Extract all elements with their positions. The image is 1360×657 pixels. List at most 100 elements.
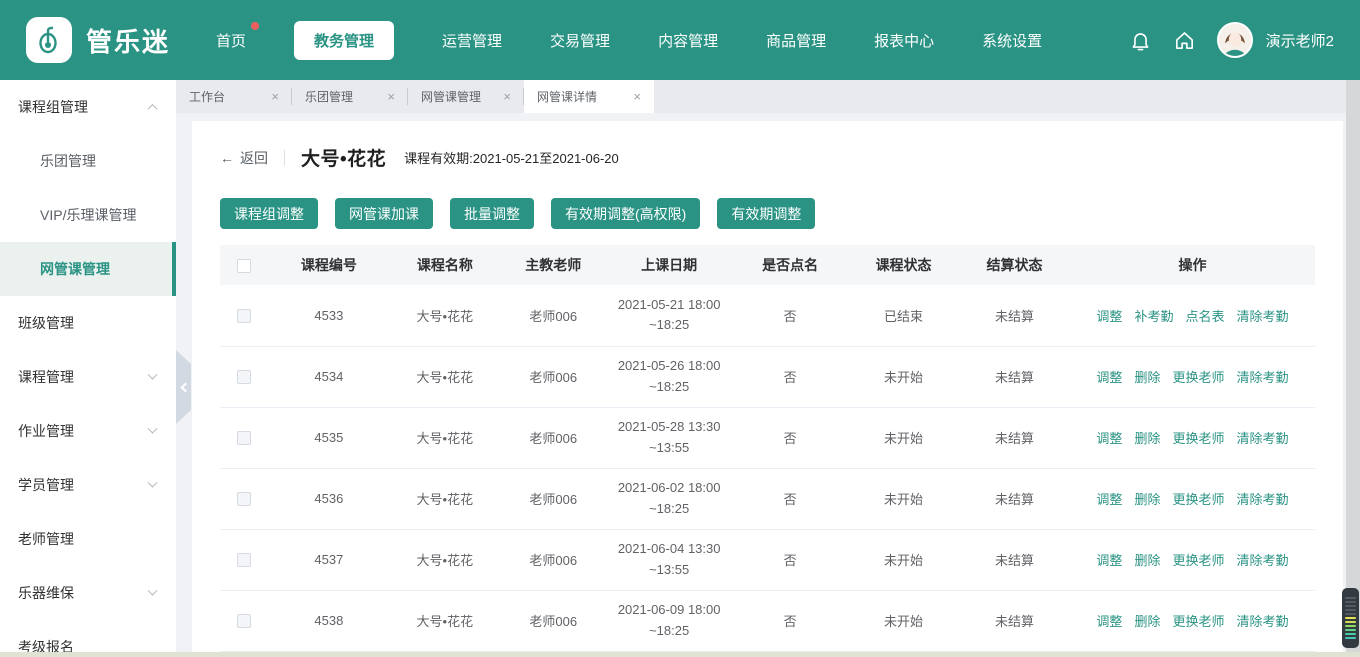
sidebar-item-student-management[interactable]: 学员管理 <box>0 458 176 512</box>
sidebar-item-online-class-management[interactable]: 网管课管理 <box>0 242 176 296</box>
change-teacher-link[interactable]: 更换老师 <box>1172 431 1224 446</box>
cell-date: 2021-06-02 18:00~18:25 <box>617 478 721 518</box>
cell-teacher: 老师006 <box>500 346 606 407</box>
makeup-attendance-link[interactable]: 补考勤 <box>1134 309 1173 324</box>
back-button[interactable]: ← 返回 <box>220 148 268 168</box>
home-icon[interactable] <box>1173 29 1196 52</box>
adjust-link[interactable]: 调整 <box>1096 553 1122 568</box>
row-checkbox[interactable] <box>237 614 251 628</box>
row-checkbox[interactable] <box>237 309 251 323</box>
nav-item-goods-management[interactable]: 商品管理 <box>766 30 826 51</box>
delete-link[interactable]: 删除 <box>1134 370 1160 385</box>
brand-logo-icon <box>26 17 72 63</box>
chevron-down-icon <box>148 585 158 595</box>
nav-item-report-center[interactable]: 报表中心 <box>874 30 934 51</box>
clear-attendance-link[interactable]: 清除考勤 <box>1236 431 1288 446</box>
change-teacher-link[interactable]: 更换老师 <box>1172 614 1224 629</box>
cell-course-code: 4534 <box>268 346 389 407</box>
tab-online-class-detail[interactable]: 网管课详情 × <box>524 80 654 113</box>
sidebar-item-vip-theory-class-management[interactable]: VIP/乐理课管理 <box>0 188 176 242</box>
cell-date: 2021-05-26 18:00~18:25 <box>617 356 721 396</box>
nav-item-operation-management[interactable]: 运营管理 <box>442 30 502 51</box>
table-row: 4536 大号•花花 老师006 2021-06-02 18:00~18:25 … <box>220 468 1315 529</box>
clear-attendance-link[interactable]: 清除考勤 <box>1236 492 1288 507</box>
batch-adjust-button[interactable]: 批量调整 <box>450 198 534 229</box>
clear-attendance-link[interactable]: 清除考勤 <box>1236 370 1288 385</box>
col-teacher: 主教老师 <box>500 245 606 285</box>
cell-course-code: 4536 <box>268 468 389 529</box>
close-icon[interactable]: × <box>503 90 511 103</box>
change-teacher-link[interactable]: 更换老师 <box>1172 553 1224 568</box>
nav-item-system-settings[interactable]: 系统设置 <box>982 30 1042 51</box>
clear-attendance-link[interactable]: 清除考勤 <box>1236 553 1288 568</box>
course-group-adjust-button[interactable]: 课程组调整 <box>220 198 318 229</box>
tab-orchestra-management[interactable]: 乐团管理 × <box>292 80 408 113</box>
validity-adjust-button[interactable]: 有效期调整 <box>717 198 815 229</box>
chevron-down-icon <box>148 477 158 487</box>
user-name[interactable]: 演示老师2 <box>1266 30 1334 51</box>
vertical-scrollbar[interactable] <box>1346 80 1360 657</box>
delete-link[interactable]: 删除 <box>1134 553 1160 568</box>
sidebar-item-course-group-management[interactable]: 课程组管理 <box>0 80 176 134</box>
cell-course-name: 大号•花花 <box>389 346 500 407</box>
sidebar-item-class-management[interactable]: 班级管理 <box>0 296 176 350</box>
sidebar-item-instrument-maintenance[interactable]: 乐器维保 <box>0 566 176 620</box>
row-checkbox[interactable] <box>237 553 251 567</box>
delete-link[interactable]: 删除 <box>1134 614 1160 629</box>
col-course-name: 课程名称 <box>389 245 500 285</box>
cell-settlement: 未结算 <box>959 529 1070 590</box>
nav-item-content-management[interactable]: 内容管理 <box>658 30 718 51</box>
adjust-link[interactable]: 调整 <box>1096 614 1122 629</box>
adjust-link[interactable]: 调整 <box>1096 370 1122 385</box>
change-teacher-link[interactable]: 更换老师 <box>1172 492 1224 507</box>
close-icon[interactable]: × <box>271 90 279 103</box>
delete-link[interactable]: 删除 <box>1134 431 1160 446</box>
cell-status: 已结束 <box>848 285 959 346</box>
bottom-edge-strip <box>0 652 1360 657</box>
bell-icon[interactable] <box>1129 29 1152 52</box>
nav-item-home[interactable]: 首页 <box>216 30 246 51</box>
cell-rollcall: 否 <box>732 468 848 529</box>
overlay-widget-icon[interactable] <box>1342 588 1359 648</box>
main-area: 工作台 × 乐团管理 × 网管课管理 × 网管课详情 × ← 返回 <box>176 80 1360 657</box>
rollcall-sheet-link[interactable]: 点名表 <box>1185 309 1224 324</box>
sidebar-item-course-management[interactable]: 课程管理 <box>0 350 176 404</box>
cell-course-name: 大号•花花 <box>389 285 500 346</box>
row-checkbox[interactable] <box>237 492 251 506</box>
detail-header: ← 返回 大号•花花 课程有效期:2021-05-21至2021-06-20 <box>220 144 1315 171</box>
sidebar-item-homework-management[interactable]: 作业管理 <box>0 404 176 458</box>
cell-date: 2021-05-21 18:00~18:25 <box>617 295 721 335</box>
cell-date: 2021-06-04 13:30~13:55 <box>617 539 721 579</box>
close-icon[interactable]: × <box>633 90 641 103</box>
change-teacher-link[interactable]: 更换老师 <box>1172 370 1224 385</box>
nav-item-academic-management[interactable]: 教务管理 <box>294 21 394 60</box>
sidebar-item-orchestra-management[interactable]: 乐团管理 <box>0 134 176 188</box>
cell-course-code: 4538 <box>268 590 389 651</box>
close-icon[interactable]: × <box>387 90 395 103</box>
cell-status: 未开始 <box>848 407 959 468</box>
cell-date: 2021-05-28 13:30~13:55 <box>617 417 721 457</box>
col-rollcall: 是否点名 <box>732 245 848 285</box>
course-table: 课程编号 课程名称 主教老师 上课日期 是否点名 课程状态 结算状态 操作 45… <box>220 245 1315 652</box>
row-checkbox[interactable] <box>237 370 251 384</box>
sidebar-item-teacher-management[interactable]: 老师管理 <box>0 512 176 566</box>
adjust-link[interactable]: 调整 <box>1096 309 1122 324</box>
adjust-link[interactable]: 调整 <box>1096 492 1122 507</box>
tab-online-class-management[interactable]: 网管课管理 × <box>408 80 524 113</box>
cell-course-code: 4533 <box>268 285 389 346</box>
table-row: 4534 大号•花花 老师006 2021-05-26 18:00~18:25 … <box>220 346 1315 407</box>
delete-link[interactable]: 删除 <box>1134 492 1160 507</box>
adjust-link[interactable]: 调整 <box>1096 431 1122 446</box>
select-all-checkbox[interactable] <box>237 259 251 273</box>
user-avatar[interactable] <box>1217 22 1253 58</box>
clear-attendance-link[interactable]: 清除考勤 <box>1236 614 1288 629</box>
clear-attendance-link[interactable]: 清除考勤 <box>1236 309 1288 324</box>
page-title: 大号•花花 <box>301 144 386 171</box>
tab-workbench[interactable]: 工作台 × <box>176 80 292 113</box>
add-online-class-button[interactable]: 网管课加课 <box>335 198 433 229</box>
cell-settlement: 未结算 <box>959 590 1070 651</box>
row-checkbox[interactable] <box>237 431 251 445</box>
top-navbar: 管乐迷 首页 教务管理 运营管理 交易管理 内容管理 商品管理 报表中心 系统设… <box>0 0 1360 80</box>
nav-item-trade-management[interactable]: 交易管理 <box>550 30 610 51</box>
validity-adjust-admin-button[interactable]: 有效期调整(高权限) <box>551 198 700 229</box>
